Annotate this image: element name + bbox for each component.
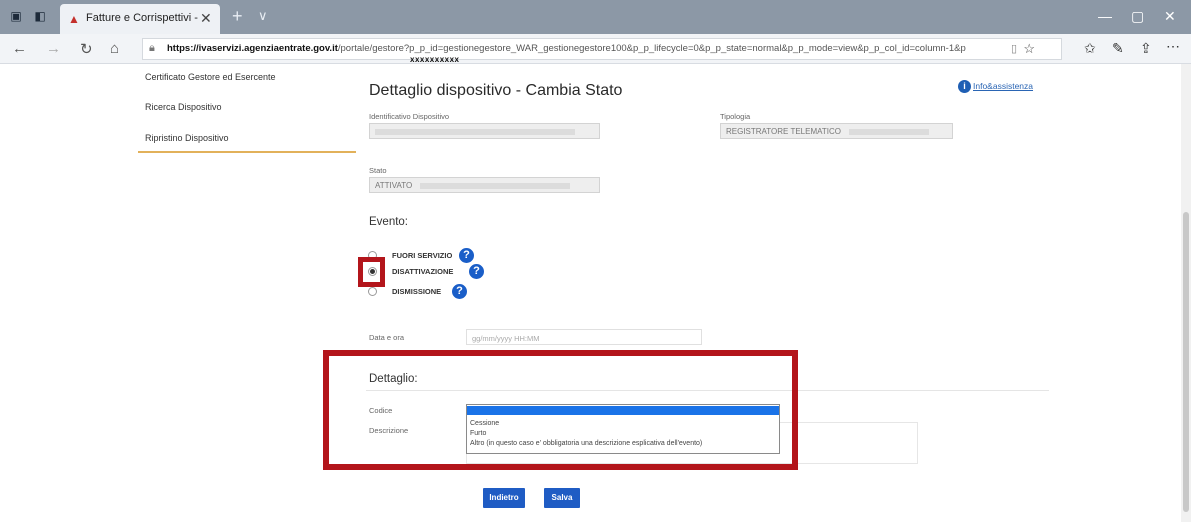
favorites-icon[interactable]: ✩ bbox=[1084, 40, 1096, 57]
identificativo-field bbox=[369, 123, 600, 139]
close-window-icon[interactable]: ✕ bbox=[1164, 8, 1176, 25]
radio-dismissione-input[interactable] bbox=[368, 287, 377, 296]
tipologia-redacted bbox=[848, 128, 929, 135]
tab-title: Fatture e Corrispettivi - bbox=[86, 12, 198, 24]
url-text: https://ivaservizi.agenziaentrate.gov.it… bbox=[167, 43, 1007, 54]
radio-disattivazione-label: DISATTIVAZIONE bbox=[392, 267, 454, 276]
browser-address-bar: ← → ↻ ⌂ 🔒︎ https://ivaservizi.agenziaent… bbox=[0, 34, 1191, 64]
help-question-icon[interactable]: ? bbox=[452, 284, 467, 299]
identificativo-redacted bbox=[375, 128, 575, 135]
reading-view-icon[interactable]: ▯ bbox=[1011, 42, 1017, 55]
tab-close-icon[interactable]: ✕ bbox=[200, 10, 212, 27]
refresh-icon[interactable]: ↻ bbox=[80, 40, 93, 58]
info-assistenza-label: Info&assistenza bbox=[973, 80, 1034, 91]
data-ora-placeholder: gg/mm/yyyy HH:MM bbox=[472, 334, 540, 343]
identificativo-label: Identificativo Dispositivo bbox=[369, 112, 450, 121]
forward-arrow-icon[interactable]: → bbox=[46, 40, 61, 57]
url-path: /portale/gestore?p_p_id=gestionegestore_… bbox=[337, 43, 966, 54]
url-input[interactable]: 🔒︎ https://ivaservizi.agenziaentrate.gov… bbox=[142, 38, 1062, 60]
sidebar-item-certificato[interactable]: Certificato Gestore ed Esercente bbox=[145, 72, 276, 82]
indietro-button[interactable]: Indietro bbox=[483, 488, 525, 508]
tipologia-value: REGISTRATORE TELEMATICO bbox=[726, 127, 841, 136]
redacted-text: xxxxxxxxxx bbox=[410, 55, 460, 64]
tab-list-chevron-icon[interactable]: ∨ bbox=[258, 8, 268, 24]
sidebar-item-ricerca[interactable]: Ricerca Dispositivo bbox=[145, 102, 222, 112]
salva-button[interactable]: Salva bbox=[544, 488, 580, 508]
scrollbar-thumb[interactable] bbox=[1183, 212, 1189, 512]
data-ora-input[interactable]: gg/mm/yyyy HH:MM bbox=[466, 329, 702, 345]
set-aside-tabs-icon[interactable]: ◧ bbox=[32, 8, 48, 24]
data-ora-label: Data e ora bbox=[369, 333, 405, 342]
tipologia-label: Tipologia bbox=[720, 112, 751, 121]
lock-icon: 🔒︎ bbox=[149, 42, 155, 54]
minimize-icon[interactable]: — bbox=[1098, 8, 1112, 24]
stato-label: Stato bbox=[369, 166, 387, 175]
info-icon: i bbox=[958, 80, 971, 93]
url-host: https://ivaservizi.agenziaentrate.gov.it bbox=[167, 43, 338, 54]
stato-redacted bbox=[420, 182, 571, 189]
back-arrow-icon[interactable]: ← bbox=[12, 40, 27, 57]
home-icon[interactable]: ⌂ bbox=[110, 40, 119, 57]
info-assistenza-link[interactable]: i Info&assistenza bbox=[958, 80, 1033, 93]
radio-fuori-servizio-label: FUORI SERVIZIO bbox=[392, 251, 453, 260]
more-menu-icon[interactable]: ⋯ bbox=[1166, 38, 1180, 55]
sidebar-item-ripristino[interactable]: Ripristino Dispositivo bbox=[145, 133, 229, 143]
new-tab-button[interactable]: + bbox=[232, 6, 243, 27]
tab-actions-icon[interactable]: ▣ bbox=[8, 8, 24, 24]
browser-tab-bar: ▣ ◧ ▲ Fatture e Corrispettivi - ✕ + ∨ — … bbox=[0, 0, 1191, 34]
radio-dismissione-label: DISMISSIONE bbox=[392, 287, 442, 296]
help-question-icon[interactable]: ? bbox=[469, 264, 484, 279]
evento-title: Evento: bbox=[369, 216, 408, 228]
favorite-star-icon[interactable]: ☆ bbox=[1023, 41, 1035, 57]
help-question-icon[interactable]: ? bbox=[459, 248, 474, 263]
share-icon[interactable]: ⇪ bbox=[1140, 40, 1152, 57]
notes-pen-icon[interactable]: ✎ bbox=[1112, 40, 1124, 57]
page-title: Dettaglio dispositivo - Cambia Stato bbox=[369, 82, 623, 99]
agenzia-entrate-favicon-icon: ▲ bbox=[68, 12, 80, 26]
tipologia-field: REGISTRATORE TELEMATICO bbox=[720, 123, 953, 139]
tab-fatture-corrispettivi[interactable]: ▲ Fatture e Corrispettivi - ✕ bbox=[60, 4, 220, 34]
stato-field: ATTIVATO bbox=[369, 177, 600, 193]
maximize-icon[interactable]: ▢ bbox=[1131, 8, 1144, 25]
highlight-box-radio bbox=[358, 257, 385, 287]
stato-value: ATTIVATO bbox=[375, 181, 413, 190]
highlight-box-dettaglio bbox=[323, 350, 798, 470]
sidebar-active-underline bbox=[138, 151, 356, 153]
